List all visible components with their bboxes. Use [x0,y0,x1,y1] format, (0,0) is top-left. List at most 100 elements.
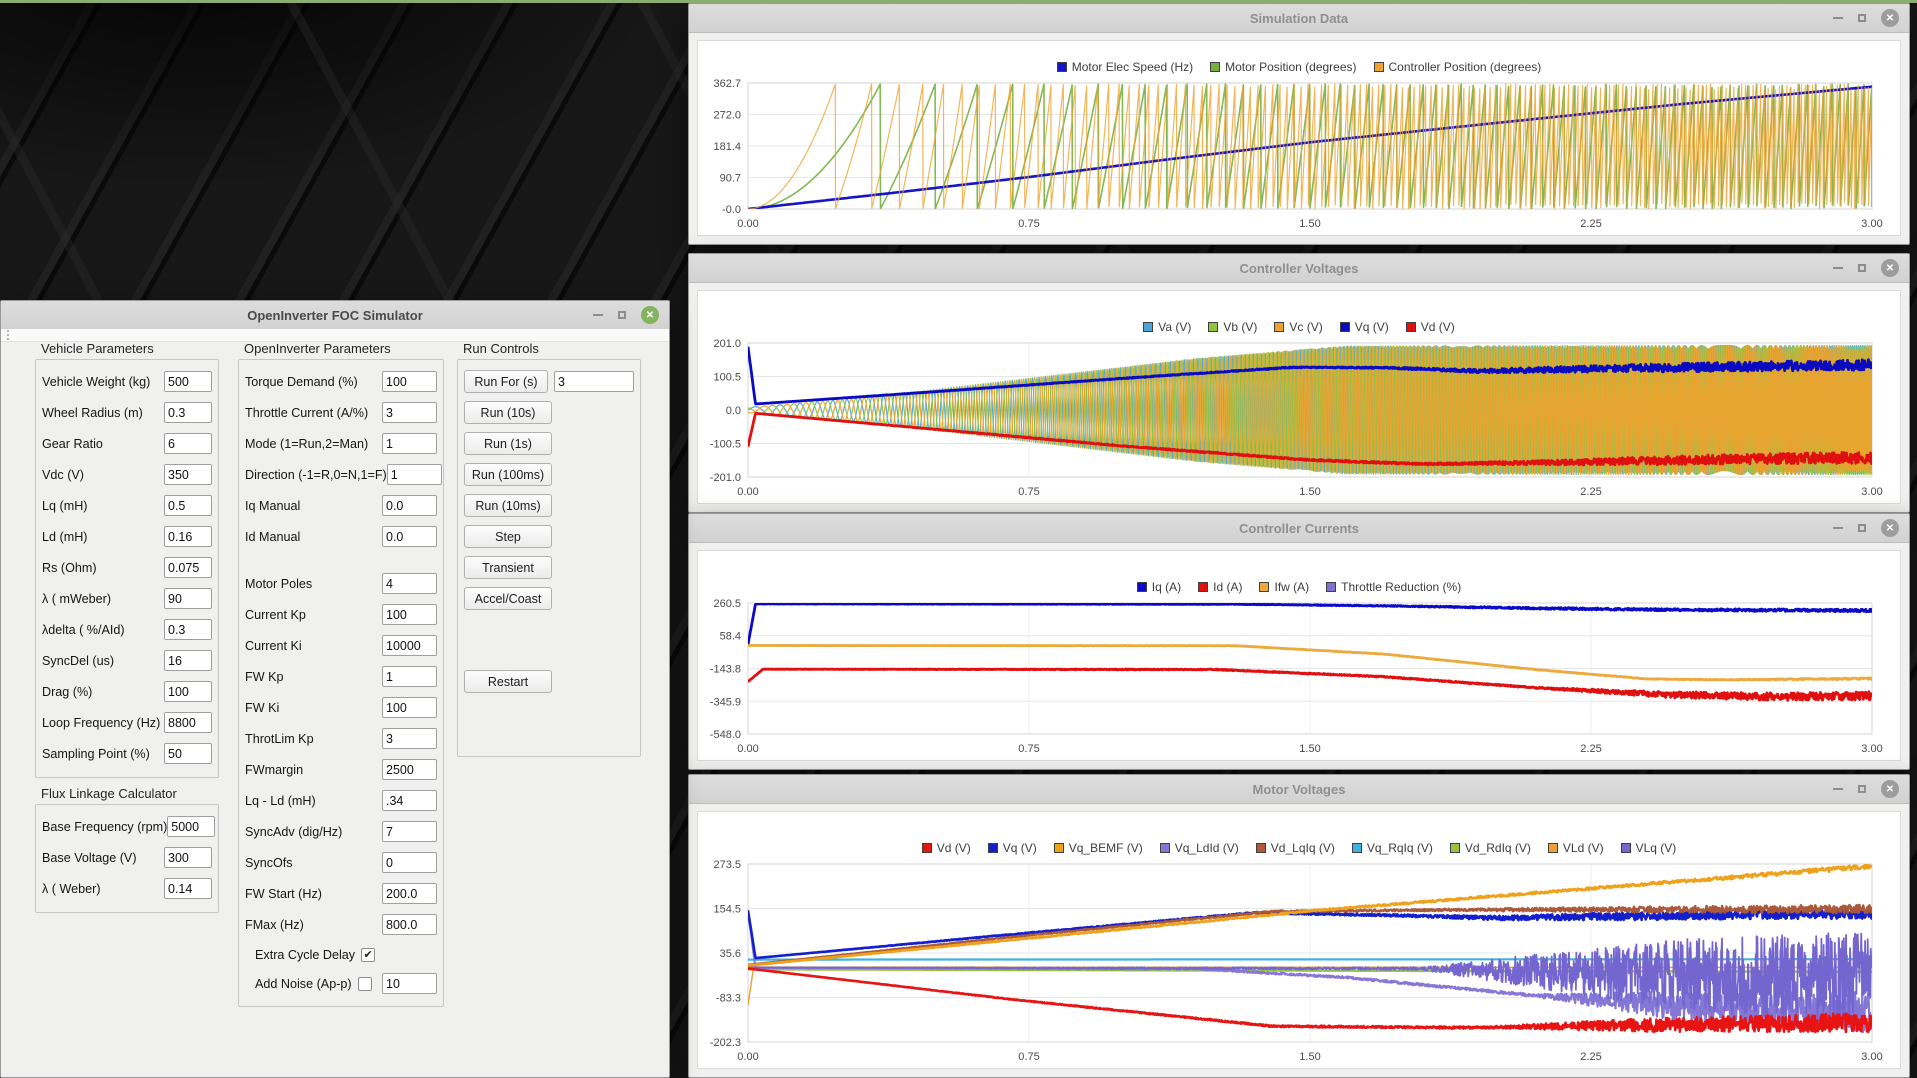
current-kp-input[interactable] [382,604,437,625]
current-ki-input[interactable] [382,635,437,656]
close-icon[interactable]: ✕ [641,306,659,324]
restore-icon[interactable] [1858,785,1866,793]
run-100ms-row: Run (100ms) [464,459,634,490]
run-10s-button[interactable]: Run (10s) [464,401,552,424]
run-controls-gap [464,614,634,666]
close-icon[interactable]: ✕ [1881,9,1899,27]
wheel-radius-m-input[interactable] [164,402,212,423]
step-button[interactable]: Step [464,525,552,548]
iq-manual-input[interactable] [382,495,437,516]
fw-kp-label: FW Kp [245,670,382,684]
fw-ki-input[interactable] [382,697,437,718]
minimize-icon[interactable] [1833,17,1843,19]
drag-input[interactable] [164,681,212,702]
restore-icon[interactable] [618,311,626,319]
svg-text:2.25: 2.25 [1580,743,1601,755]
restore-icon[interactable] [1858,264,1866,272]
mweber-input[interactable] [164,588,212,609]
window-controls: ✕ [593,301,659,329]
throtlim-kp-label: ThrotLim Kp [245,732,382,746]
fw-kp-input[interactable] [382,666,437,687]
field-row: Rs (Ohm) [42,552,212,583]
field-row: Base Frequency (rpm) [42,811,212,842]
accel-coast-button[interactable]: Accel/Coast [464,587,552,610]
lq-ld-mh-label: Lq - Ld (mH) [245,794,382,808]
throttle-current-a-input[interactable] [382,402,437,423]
svg-text:-202.3: -202.3 [710,1037,741,1049]
sampling-point-input[interactable] [164,743,212,764]
lq-mh-input[interactable] [164,495,212,516]
run-controls-title: Run Controls [463,341,641,356]
close-icon[interactable]: ✕ [1881,780,1899,798]
fw-start-hz-label: FW Start (Hz) [245,887,382,901]
restart-button[interactable]: Restart [464,670,552,693]
vdc-v-input[interactable] [164,464,212,485]
legend-label: VLd (V) [1563,841,1604,855]
lq-ld-mh-input[interactable] [382,790,437,811]
minimize-icon[interactable] [593,314,603,316]
ld-mh-input[interactable] [164,526,212,547]
accel-coast-row: Accel/Coast [464,583,634,614]
titlebar[interactable]: Motor Voltages ✕ [689,775,1909,804]
syncofs-input[interactable] [382,852,437,873]
add-noise-checkbox[interactable] [358,977,372,991]
titlebar[interactable]: Simulation Data ✕ [689,4,1909,33]
base-voltage-v-input[interactable] [164,847,212,868]
field-row: Direction (-1=R,0=N,1=F) [245,459,437,490]
transient-button[interactable]: Transient [464,556,552,579]
minimize-icon[interactable] [1833,788,1843,790]
weber-label: λ ( Weber) [42,882,164,896]
minimize-icon[interactable] [1833,527,1843,529]
vq-ldid-v-legend-item: Vq_LdId (V) [1160,841,1239,855]
window-foc-simulator: OpenInverter FOC Simulator ✕ Vehicle Par… [0,300,670,1078]
loop-frequency-hz-input[interactable] [164,712,212,733]
fmax-hz-label: FMax (Hz) [245,918,382,932]
torque-demand-input[interactable] [382,371,437,392]
minimize-icon[interactable] [1833,267,1843,269]
titlebar[interactable]: OpenInverter FOC Simulator ✕ [1,301,669,330]
restore-icon[interactable] [1858,524,1866,532]
restore-icon[interactable] [1858,14,1866,22]
field-row: Current Kp [245,599,437,630]
run-for-button[interactable]: Run For (s) [464,370,548,393]
toolbar-grip-icon[interactable] [7,330,11,340]
controller-position-degrees-legend-item: Controller Position (degrees) [1374,60,1542,74]
field-row: FWmargin [245,754,437,785]
fmax-hz-input[interactable] [382,914,437,935]
syncadv-dig-hz-input[interactable] [382,821,437,842]
vc-v-swatch-icon [1274,322,1284,332]
fw-start-hz-input[interactable] [382,883,437,904]
svg-text:1.50: 1.50 [1299,743,1320,755]
add-noise-input[interactable] [382,973,437,994]
rs-ohm-input[interactable] [164,557,212,578]
extra-cycle-delay-checkbox[interactable]: ✔ [361,948,375,962]
add-noise-row: Add Noise (Ap-p) [245,969,437,998]
run-10ms-button[interactable]: Run (10ms) [464,494,552,517]
weber-input[interactable] [164,878,212,899]
motor-poles-input[interactable] [382,573,437,594]
vlq-v-legend-item: VLq (V) [1621,841,1677,855]
mode-1-run-2-man-input[interactable] [382,433,437,454]
run-1s-button[interactable]: Run (1s) [464,432,552,455]
svg-text:181.4: 181.4 [713,141,741,153]
close-icon[interactable]: ✕ [1881,519,1899,537]
id-manual-input[interactable] [382,526,437,547]
run-100ms-button[interactable]: Run (100ms) [464,463,552,486]
run-for-input[interactable] [554,371,634,392]
base-frequency-rpm-input[interactable] [167,816,215,837]
svg-text:0.00: 0.00 [737,1051,758,1063]
fw-ki-label: FW Ki [245,701,382,715]
direction-1-r-0-n-1-f-input[interactable] [387,464,442,485]
titlebar[interactable]: Controller Currents ✕ [689,514,1909,543]
legend-label: Controller Position (degrees) [1389,60,1542,74]
delta-aid-input[interactable] [164,619,212,640]
titlebar[interactable]: Controller Voltages ✕ [689,254,1909,283]
gear-ratio-input[interactable] [164,433,212,454]
window-controller-voltages: Controller Voltages ✕ Va (V)Vb (V)Vc (V)… [688,253,1910,513]
vehicle-weight-kg-input[interactable] [164,371,212,392]
syncdel-us-input[interactable] [164,650,212,671]
window-controls: ✕ [1833,4,1899,32]
fwmargin-input[interactable] [382,759,437,780]
close-icon[interactable]: ✕ [1881,259,1899,277]
throtlim-kp-input[interactable] [382,728,437,749]
